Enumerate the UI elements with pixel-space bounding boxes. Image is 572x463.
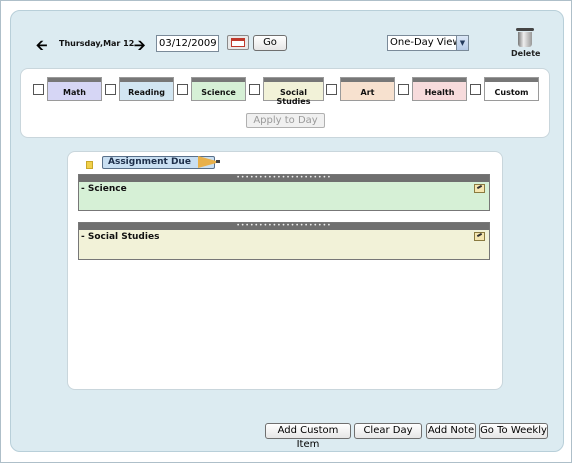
reading-checkbox[interactable] xyxy=(102,77,118,101)
category-label: Art xyxy=(360,88,375,97)
edit-icon[interactable] xyxy=(474,184,485,193)
category-tab-social-studies[interactable]: Social Studies xyxy=(263,77,324,106)
category-label: Science xyxy=(201,88,236,97)
calendar-button[interactable] xyxy=(227,35,249,50)
view-select-value: One-Day View xyxy=(390,37,461,48)
clear-day-button[interactable]: Clear Day xyxy=(354,423,422,439)
science-checkbox[interactable] xyxy=(174,77,190,101)
category-tab-health[interactable]: Health xyxy=(412,77,467,101)
category-label: Custom xyxy=(494,88,529,97)
category-tab-math[interactable]: Math xyxy=(47,77,102,101)
go-button[interactable]: Go xyxy=(253,35,287,51)
edit-icon[interactable] xyxy=(474,232,485,241)
add-note-button[interactable]: Add Note xyxy=(426,423,476,439)
previous-day-arrow-icon[interactable]: 🡨 xyxy=(36,35,47,59)
category-tab-reading[interactable]: Reading xyxy=(119,77,174,101)
section-title: - Science xyxy=(81,184,127,194)
next-day-arrow-icon[interactable]: 🡪 xyxy=(134,35,145,59)
health-checkbox[interactable] xyxy=(395,77,411,101)
sticky-note-icon[interactable] xyxy=(86,161,93,169)
category-label: Reading xyxy=(128,88,165,97)
art-checkbox[interactable] xyxy=(323,77,339,101)
custom-checkbox[interactable] xyxy=(467,77,483,101)
category-label: Health xyxy=(424,88,455,97)
view-select[interactable]: One-Day View ▼ xyxy=(387,35,469,51)
add-custom-item-button[interactable]: Add Custom Item xyxy=(265,423,351,450)
section-social-studies[interactable]: ••••••••••••••••••••• - Social Studies xyxy=(78,222,490,260)
category-tab-custom[interactable]: Custom xyxy=(484,77,539,101)
section-title: - Social Studies xyxy=(81,232,160,242)
apply-to-day-button[interactable]: Apply to Day xyxy=(246,113,325,128)
social-studies-checkbox[interactable] xyxy=(246,77,262,101)
delete-label[interactable]: Delete xyxy=(511,49,540,58)
section-science[interactable]: ••••••••••••••••••••• - Science xyxy=(78,174,490,211)
go-to-weekly-button[interactable]: Go To Weekly xyxy=(479,423,548,439)
chevron-down-icon: ▼ xyxy=(456,36,468,50)
current-date-label: Thursday,Mar 12 xyxy=(59,39,135,48)
category-tab-science[interactable]: Science xyxy=(191,77,246,101)
calendar-icon xyxy=(231,38,245,47)
math-checkbox[interactable] xyxy=(30,77,46,101)
category-tab-art[interactable]: Art xyxy=(340,77,395,101)
category-label: Math xyxy=(63,88,86,97)
category-label: Social Studies xyxy=(276,88,311,106)
trash-icon[interactable] xyxy=(515,28,535,48)
date-input[interactable] xyxy=(156,35,219,52)
